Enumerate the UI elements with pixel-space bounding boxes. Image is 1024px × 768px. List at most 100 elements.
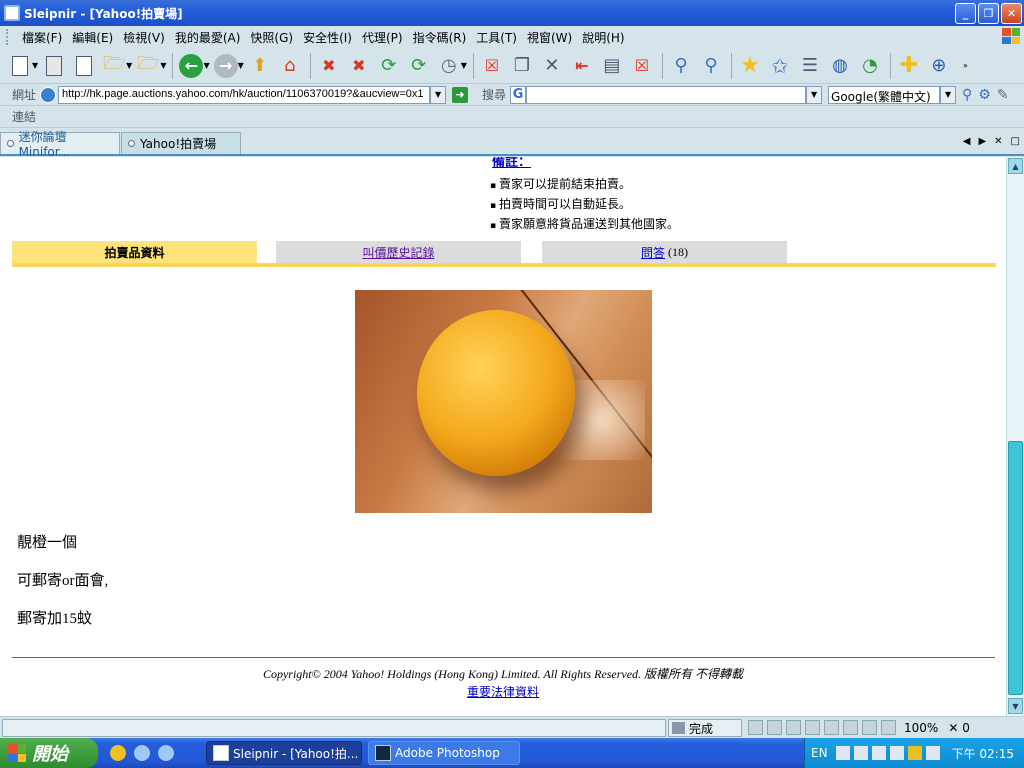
language-indicator[interactable]: EN [811,746,828,760]
tab-bid-history[interactable]: 叫價歷史記錄 [276,241,521,263]
stop-icon[interactable]: ✖ [315,52,343,80]
search-history-dropdown-icon[interactable]: ▼ [806,85,823,104]
back-dropdown-icon[interactable]: ▼ [203,61,209,70]
quick-launch-ie-icon[interactable] [134,745,150,761]
tab-minifora[interactable]: 迷你論壇 Minifor... [0,130,120,159]
quick-launch-icon[interactable] [110,745,126,761]
taskbar-sleipnir[interactable]: Sleipnir - [Yahoo!拍... [206,741,362,765]
globe-icon[interactable]: ◍ [826,52,854,80]
forward-dropdown-icon[interactable]: ▼ [238,61,244,70]
menu-proxy[interactable]: 代理(P) [357,29,408,46]
scroll-down-icon[interactable]: ▼ [1008,698,1023,714]
add-favorite-icon[interactable]: ✚ [895,52,923,80]
menu-file[interactable]: 檔案(F) [17,29,67,46]
blocked-count[interactable]: ✕ 0 [948,721,970,735]
cascade-windows-icon[interactable]: ❐ [508,52,536,80]
search-options-icon[interactable]: ⚙ [978,87,991,103]
menu-help[interactable]: 說明(H) [577,29,629,46]
status-icon[interactable] [862,720,877,735]
quick-launch-desktop-icon[interactable] [158,745,174,761]
tab-close-icon[interactable]: ✕ [994,136,1002,147]
close-tab-icon[interactable]: ☒ [478,52,506,80]
home-icon[interactable]: ⌂ [276,52,304,80]
tray-icon[interactable] [835,746,850,760]
qa-link[interactable]: 問答 [641,244,665,261]
tab-qa[interactable]: 問答 (18) [542,241,787,263]
tray-icon[interactable] [871,746,886,760]
add-page-icon[interactable]: ⊕ [925,52,953,80]
status-icon[interactable] [748,720,763,735]
toolbar-overflow-icon[interactable]: » [963,61,968,70]
find-next-icon[interactable]: ⚲ [697,52,725,80]
menu-tools[interactable]: 工具(T) [471,29,522,46]
volume-icon[interactable] [889,746,904,760]
tab-next-icon[interactable]: ▶ [978,136,986,147]
go-arrow-icon[interactable]: ➜ [452,86,469,103]
start-button[interactable]: 開始 [0,738,98,768]
menu-security[interactable]: 安全性(I) [298,29,357,46]
status-icon[interactable] [767,720,782,735]
sleipnir-app-icon[interactable] [4,5,20,21]
legal-link[interactable]: 重要法律資料 [467,685,539,699]
search-go-icon[interactable]: ⚲ [962,87,972,103]
google-search-icon[interactable]: G [510,85,527,104]
new-page-icon[interactable] [6,52,34,80]
status-icon[interactable] [843,720,858,735]
remarks-link[interactable]: 備註： [492,157,531,170]
back-icon[interactable]: ← [177,52,205,80]
tree-view-icon[interactable]: ☰ [796,52,824,80]
status-icon[interactable] [805,720,820,735]
open-file-icon[interactable]: 🗁 [134,52,162,80]
search-input[interactable] [526,85,807,104]
zonealarm-icon[interactable] [907,746,922,760]
auto-refresh-icon[interactable]: ◷ [435,52,463,80]
status-icon[interactable] [881,720,896,735]
history-icon[interactable]: ◔ [856,52,884,80]
find-icon[interactable]: ⚲ [667,52,695,80]
search-engine-select[interactable]: Google(繁體中文) [828,85,941,104]
open-file-dropdown-icon[interactable]: ▼ [160,61,166,70]
bid-history-link[interactable]: 叫價歷史記錄 [362,244,434,261]
close-window-button[interactable]: ✕ [1001,3,1022,24]
minimize-button[interactable]: _ [955,3,976,24]
menu-favorites[interactable]: 我的最愛(A) [170,29,246,46]
vertical-scrollbar[interactable]: ▲ ▼ [1006,157,1024,716]
status-icon[interactable] [824,720,839,735]
auto-refresh-dropdown-icon[interactable]: ▼ [461,61,467,70]
favorites-star-icon[interactable]: ★ [736,52,764,80]
close-left-icon[interactable]: ⇤ [568,52,596,80]
taskbar-clock[interactable]: 下午 02:15 [952,745,1014,762]
zoom-level[interactable]: 100% [904,721,938,735]
blank-page-icon[interactable] [40,52,68,80]
network-icon[interactable] [925,746,940,760]
menu-grip[interactable] [6,29,9,45]
scroll-up-icon[interactable]: ▲ [1008,158,1023,174]
menu-view[interactable]: 檢視(V) [118,29,170,46]
favorites-list-icon[interactable]: ✩ [766,52,794,80]
url-input[interactable]: http://hk.page.auctions.yahoo.com/hk/auc… [58,85,431,104]
tab-maximize-icon[interactable]: □ [1011,136,1020,147]
close-all-icon[interactable]: ☒ [628,52,656,80]
duplicate-page-icon[interactable] [70,52,98,80]
new-page-dropdown-icon[interactable]: ▼ [32,61,38,70]
tile-windows-icon[interactable]: ▤ [598,52,626,80]
tab-prev-icon[interactable]: ◀ [963,136,971,147]
refresh-all-icon[interactable]: ⟳ [405,52,433,80]
refresh-icon[interactable]: ⟳ [375,52,403,80]
forward-icon[interactable]: → [212,52,240,80]
menu-snapshot[interactable]: 快照(G) [245,29,298,46]
links-label[interactable]: 連結 [12,108,36,125]
menu-window[interactable]: 視窗(W) [522,29,577,46]
open-folder-icon[interactable]: 🗁 [100,52,128,80]
close-others-icon[interactable]: ✕ [538,52,566,80]
menu-script[interactable]: 指令碼(R) [408,29,472,46]
taskbar-photoshop[interactable]: Adobe Photoshop [368,741,520,765]
open-folder-dropdown-icon[interactable]: ▼ [126,61,132,70]
status-icon[interactable] [786,720,801,735]
highlight-icon[interactable]: ✎ [997,87,1009,103]
url-dropdown-icon[interactable]: ▼ [430,85,447,104]
stop-all-icon[interactable]: ✖ [345,52,373,80]
tab-yahoo-auction[interactable]: Yahoo!拍賣場 [121,132,241,154]
restore-button[interactable]: ❐ [978,3,999,24]
help-tray-icon[interactable] [853,746,868,760]
